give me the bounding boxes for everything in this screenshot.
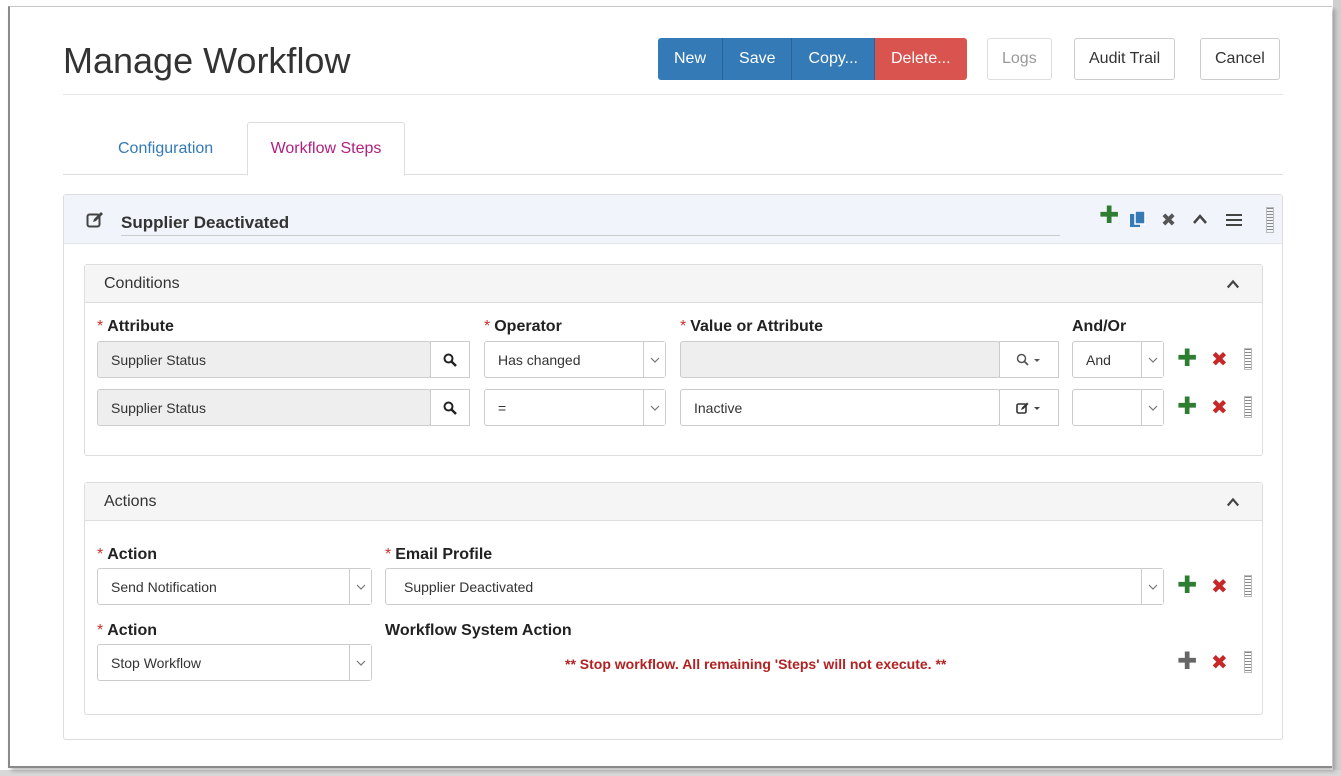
chevron-up-icon[interactable] xyxy=(1226,277,1240,291)
operator-select[interactable]: Has changed xyxy=(484,341,666,378)
edit-icon[interactable] xyxy=(86,211,104,229)
add-action-icon[interactable]: ✚ xyxy=(1177,574,1197,598)
action-drag-handle[interactable] xyxy=(1244,575,1252,597)
value-label: * Value or Attribute xyxy=(680,318,823,335)
copy-button[interactable]: Copy... xyxy=(792,38,875,80)
step-title[interactable]: Supplier Deactivated xyxy=(121,213,289,233)
attribute-input[interactable]: Supplier Status xyxy=(97,341,431,378)
chevron-down-icon xyxy=(1141,342,1163,377)
chevron-down-icon xyxy=(643,342,665,377)
email-profile-select[interactable]: Supplier Deactivated xyxy=(385,568,1164,605)
value-input[interactable] xyxy=(680,341,1000,378)
value-search-dropdown[interactable] xyxy=(999,341,1059,378)
audit-trail-button[interactable]: Audit Trail xyxy=(1074,38,1176,80)
add-step-icon[interactable]: ✚ xyxy=(1099,204,1119,228)
system-action-message: ** Stop workflow. All remaining 'Steps' … xyxy=(565,656,947,672)
action-label: * Action xyxy=(97,546,158,563)
logs-button[interactable]: Logs xyxy=(987,38,1052,80)
remove-action-icon[interactable]: ✖ xyxy=(1211,577,1228,597)
primary-button-group: New Save Copy... Delete... xyxy=(658,38,967,80)
email-profile-label: * Email Profile xyxy=(385,546,493,563)
step-title-underline xyxy=(121,235,1060,236)
action-drag-handle[interactable] xyxy=(1244,651,1252,673)
workflow-system-action-label: Workflow System Action xyxy=(385,622,572,639)
operator-label: * Operator xyxy=(484,318,562,335)
chevron-down-icon xyxy=(1141,390,1163,425)
new-button[interactable]: New xyxy=(658,38,724,80)
actions-title: Actions xyxy=(104,493,157,510)
edit-caret-icon xyxy=(1016,402,1040,414)
tab-workflow-steps[interactable]: Workflow Steps xyxy=(247,122,405,176)
search-icon xyxy=(443,353,457,367)
action-select[interactable]: Send Notification xyxy=(97,568,372,605)
chevron-down-icon xyxy=(1141,569,1163,604)
add-condition-icon[interactable]: ✚ xyxy=(1177,347,1197,371)
value-edit-dropdown[interactable] xyxy=(999,389,1059,426)
copy-step-icon[interactable] xyxy=(1129,211,1147,229)
cancel-button[interactable]: Cancel xyxy=(1200,38,1280,80)
andor-label: And/Or xyxy=(1072,318,1127,335)
attribute-label: * Attribute xyxy=(97,318,174,335)
value-input[interactable]: Inactive xyxy=(680,389,1000,426)
andor-select[interactable] xyxy=(1072,389,1164,426)
add-condition-icon[interactable]: ✚ xyxy=(1177,395,1197,419)
attribute-search-button[interactable] xyxy=(430,341,470,378)
condition-drag-handle[interactable] xyxy=(1244,348,1252,370)
attribute-input[interactable]: Supplier Status xyxy=(97,389,431,426)
add-action-icon[interactable]: ✚ xyxy=(1177,650,1197,674)
menu-icon[interactable] xyxy=(1226,213,1242,227)
condition-drag-handle[interactable] xyxy=(1244,396,1252,418)
operator-select[interactable]: = xyxy=(484,389,666,426)
search-icon xyxy=(443,401,457,415)
chevron-down-icon xyxy=(349,569,371,604)
chevron-down-icon xyxy=(643,390,665,425)
action-select[interactable]: Stop Workflow xyxy=(97,644,372,681)
collapse-step-icon[interactable] xyxy=(1192,213,1208,225)
remove-condition-icon[interactable]: ✖ xyxy=(1211,350,1228,370)
save-button[interactable]: Save xyxy=(723,38,793,80)
actions-header[interactable]: Actions xyxy=(85,483,1262,521)
chevron-up-icon[interactable] xyxy=(1226,495,1240,509)
delete-step-icon[interactable]: ✖ xyxy=(1161,211,1176,229)
delete-button[interactable]: Delete... xyxy=(874,38,967,80)
conditions-title: Conditions xyxy=(104,275,180,292)
search-caret-icon xyxy=(1016,353,1040,366)
step-header: Supplier Deactivated ✚ ✖ xyxy=(64,195,1282,244)
header-divider xyxy=(63,94,1283,95)
tab-configuration[interactable]: Configuration xyxy=(118,122,213,175)
action-label: * Action xyxy=(97,622,158,639)
page-title: Manage Workflow xyxy=(63,40,351,81)
remove-action-icon[interactable]: ✖ xyxy=(1211,653,1228,673)
andor-select[interactable]: And xyxy=(1072,341,1164,378)
remove-condition-icon[interactable]: ✖ xyxy=(1211,398,1228,418)
attribute-search-button[interactable] xyxy=(430,389,470,426)
step-drag-handle[interactable] xyxy=(1266,207,1274,233)
chevron-down-icon xyxy=(349,645,371,680)
tab-bar: Configuration Workflow Steps xyxy=(63,122,1283,176)
conditions-header[interactable]: Conditions xyxy=(85,265,1262,303)
